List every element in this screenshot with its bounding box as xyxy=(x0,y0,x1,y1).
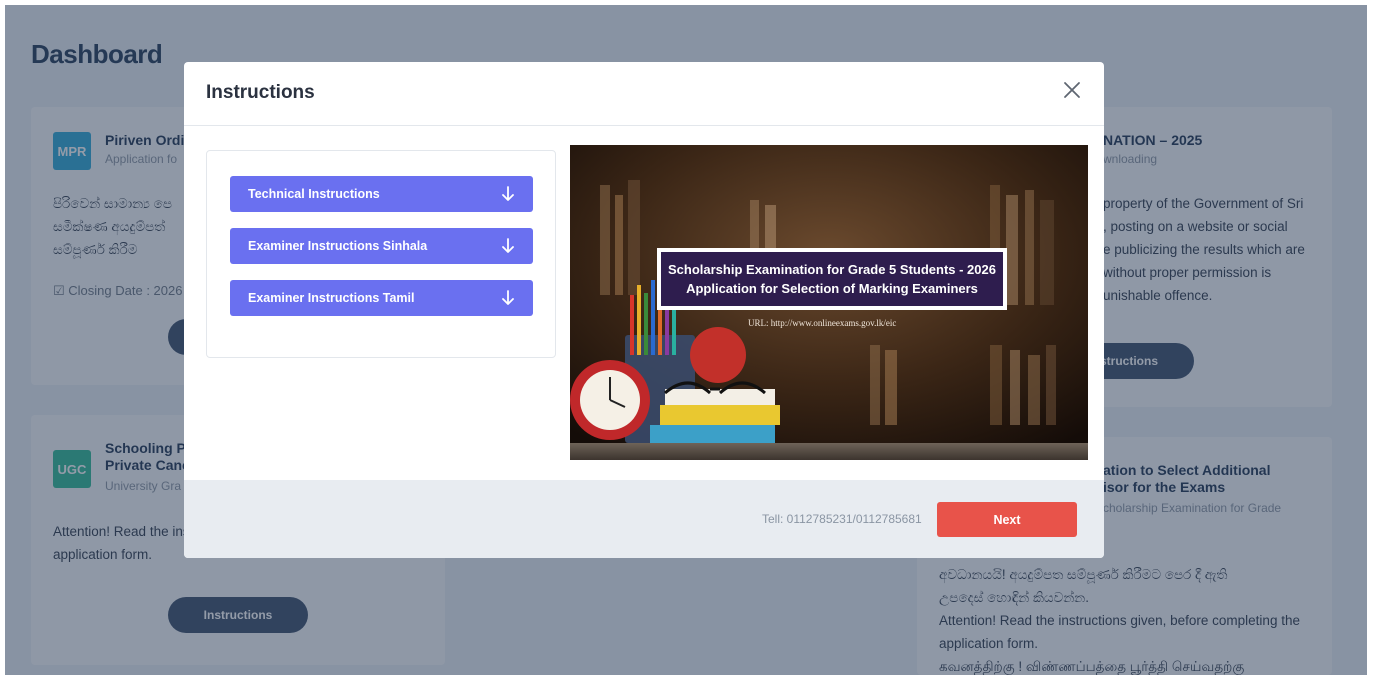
banner-title-box: Scholarship Examination for Grade 5 Stud… xyxy=(657,248,1007,310)
instructions-accordion: Technical Instructions Examiner Instruct… xyxy=(206,150,556,358)
accordion-label: Technical Instructions xyxy=(248,187,380,201)
next-button[interactable]: Next xyxy=(937,502,1077,537)
arrow-down-icon xyxy=(502,186,514,201)
accordion-technical-instructions[interactable]: Technical Instructions xyxy=(230,176,533,212)
modal-title: Instructions xyxy=(206,82,315,103)
modal-header: Instructions xyxy=(184,62,1104,126)
scholarship-banner: Scholarship Examination for Grade 5 Stud… xyxy=(570,145,1088,460)
contact-phone: Tell: 0112785231/0112785681 xyxy=(762,512,922,526)
modal-footer: Tell: 0112785231/0112785681 Next xyxy=(184,480,1104,558)
banner-title-line: Application for Selection of Marking Exa… xyxy=(686,281,978,296)
close-icon[interactable] xyxy=(1062,80,1082,100)
arrow-down-icon xyxy=(502,290,514,305)
accordion-label: Examiner Instructions Tamil xyxy=(248,291,415,305)
banner-url: URL: http://www.onlineexams.gov.lk/eic xyxy=(748,318,897,328)
app-frame: Dashboard MPR Piriven Ordi Application f… xyxy=(5,5,1367,675)
arrow-down-icon xyxy=(502,238,514,253)
banner-title-line: Scholarship Examination for Grade 5 Stud… xyxy=(668,262,996,277)
instructions-modal: Instructions Technical Instructions Exam… xyxy=(184,62,1104,558)
accordion-examiner-instructions-tamil[interactable]: Examiner Instructions Tamil xyxy=(230,280,533,316)
accordion-label: Examiner Instructions Sinhala xyxy=(248,239,428,253)
accordion-examiner-instructions-sinhala[interactable]: Examiner Instructions Sinhala xyxy=(230,228,533,264)
